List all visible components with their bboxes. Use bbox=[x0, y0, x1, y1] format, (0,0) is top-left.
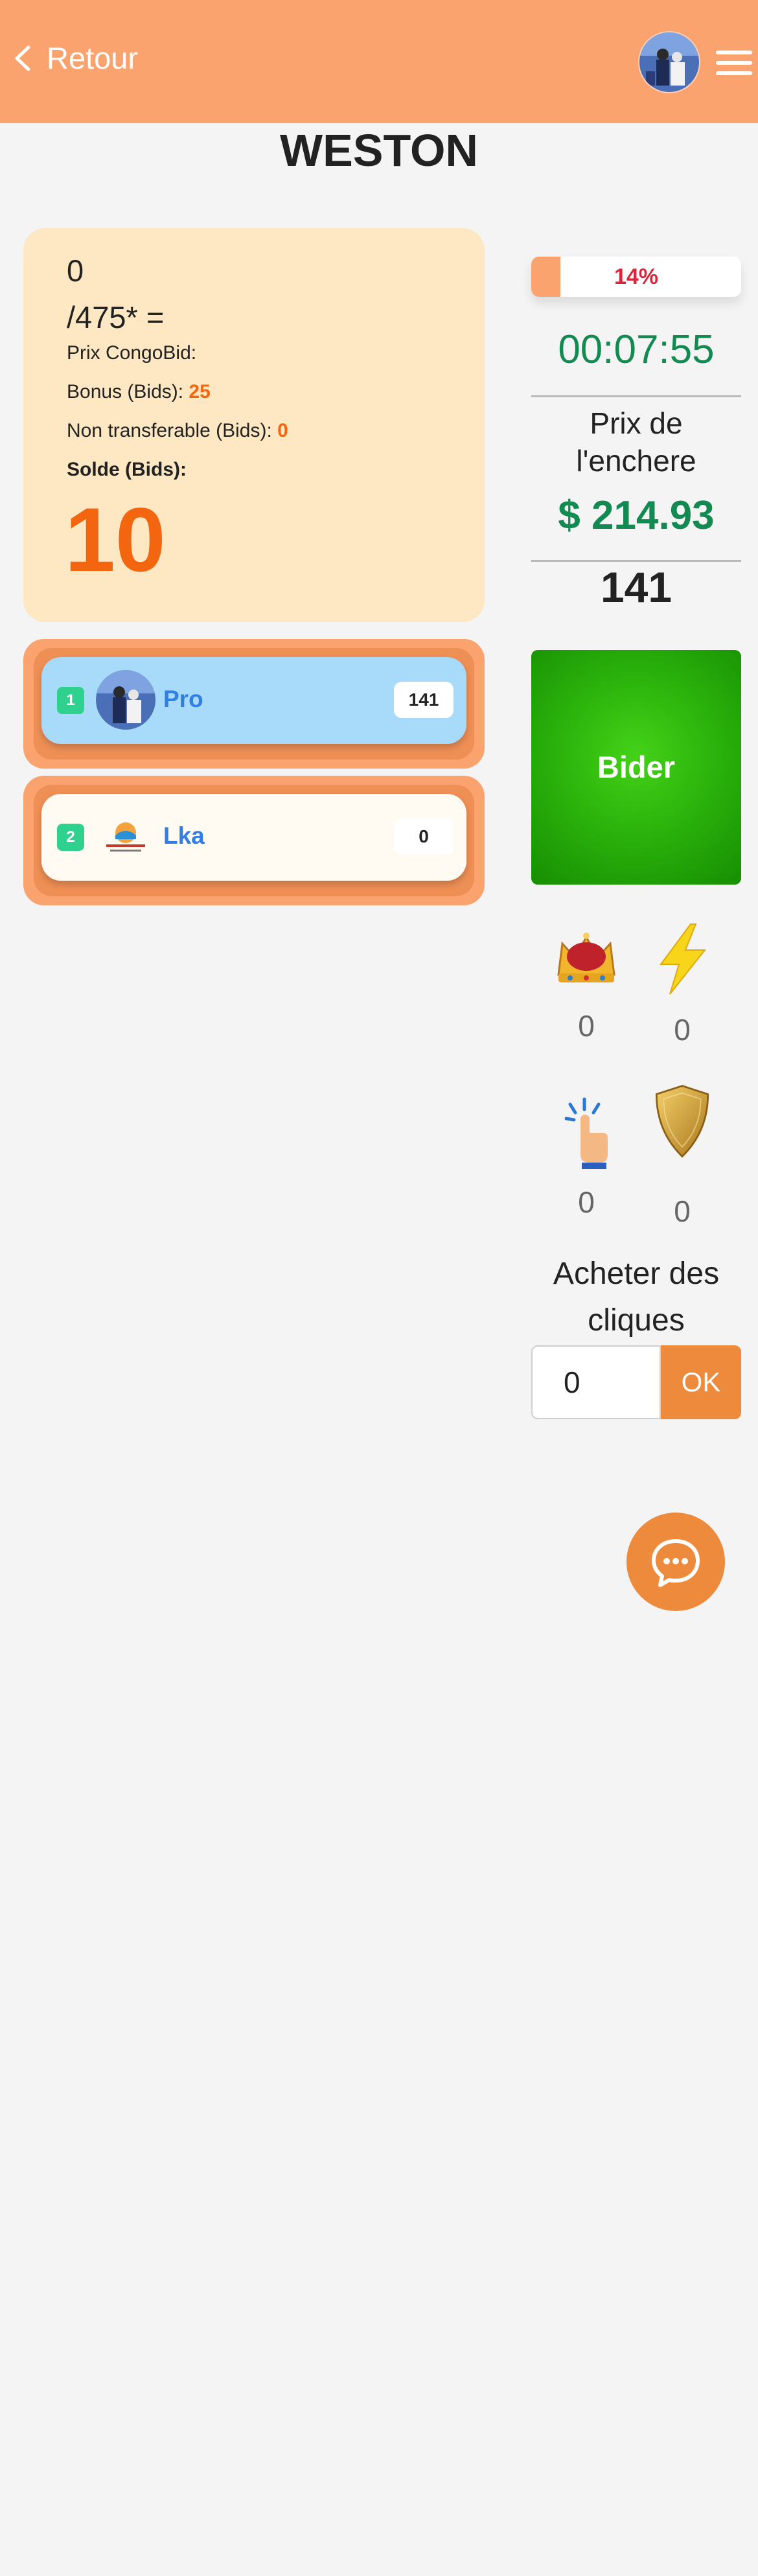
solde-value: 10 bbox=[65, 489, 166, 590]
lightning-count: 0 bbox=[674, 1013, 691, 1047]
chat-bubble-icon bbox=[652, 1539, 700, 1587]
tap-count: 0 bbox=[578, 1185, 595, 1219]
current-count: 0 bbox=[67, 253, 84, 288]
total-count: /475* = bbox=[67, 300, 165, 334]
buy-clicks-input[interactable]: 0 bbox=[531, 1345, 661, 1419]
solde-label: Solde (Bids): bbox=[67, 459, 187, 480]
back-button[interactable]: Retour bbox=[12, 40, 138, 76]
non-transferable-label: Non transferable (Bids): bbox=[67, 420, 278, 441]
rank-badge: 1 bbox=[57, 687, 84, 714]
progress-bar: 14% bbox=[531, 257, 741, 297]
bonus-label: Bonus (Bids): bbox=[67, 381, 189, 402]
bid-count: 141 bbox=[600, 563, 672, 611]
company-logo-icon bbox=[96, 807, 155, 866]
back-label: Retour bbox=[47, 41, 139, 75]
divider bbox=[531, 395, 741, 397]
bonus-value: 25 bbox=[189, 381, 211, 402]
player-score: 0 bbox=[394, 818, 454, 855]
non-transferable-value: 0 bbox=[277, 420, 288, 441]
prix-enchere-label: Prix de l'enchere bbox=[576, 406, 696, 478]
player-card: 1 Pro 141 bbox=[23, 639, 485, 769]
bider-button[interactable]: Bider bbox=[531, 650, 741, 885]
auction-price: $ 214.93 bbox=[558, 493, 715, 538]
shield-icon[interactable] bbox=[647, 1082, 718, 1160]
ok-button[interactable]: OK bbox=[661, 1345, 741, 1419]
user-avatar[interactable] bbox=[638, 31, 700, 93]
crown-count: 0 bbox=[578, 1009, 595, 1043]
hamburger-menu-icon[interactable] bbox=[716, 51, 752, 76]
countdown-timer: 00:07:55 bbox=[558, 327, 715, 372]
player-name: Pro bbox=[163, 686, 203, 712]
divider bbox=[531, 560, 741, 562]
tap-hand-icon[interactable] bbox=[551, 1095, 622, 1173]
rank-badge: 2 bbox=[57, 824, 84, 851]
player-row[interactable]: 1 Pro 141 bbox=[41, 657, 466, 744]
lightning-icon[interactable] bbox=[647, 920, 718, 998]
prix-congobid-label: Prix CongoBid: bbox=[67, 342, 197, 364]
player-avatar bbox=[96, 670, 155, 730]
player-score: 141 bbox=[394, 682, 454, 718]
shield-count: 0 bbox=[674, 1194, 691, 1228]
player-card: 2 Lka 0 bbox=[23, 776, 485, 905]
crown-icon[interactable] bbox=[551, 920, 622, 998]
non-transferable-line: Non transferable (Bids): 0 bbox=[67, 420, 288, 442]
bonus-line: Bonus (Bids): 25 bbox=[67, 381, 211, 403]
buy-clicks-label: Acheter des cliques bbox=[553, 1257, 720, 1338]
chat-button[interactable] bbox=[626, 1513, 725, 1611]
player-row[interactable]: 2 Lka 0 bbox=[41, 794, 466, 881]
progress-label: 14% bbox=[614, 264, 659, 289]
top-bar: Retour bbox=[0, 0, 758, 123]
bid-info-card: 0 /475* = Prix CongoBid: Bonus (Bids): 2… bbox=[23, 228, 485, 622]
page-title: WESTON bbox=[280, 125, 478, 176]
chevron-left-icon bbox=[15, 45, 30, 71]
player-name: Lka bbox=[163, 822, 205, 849]
